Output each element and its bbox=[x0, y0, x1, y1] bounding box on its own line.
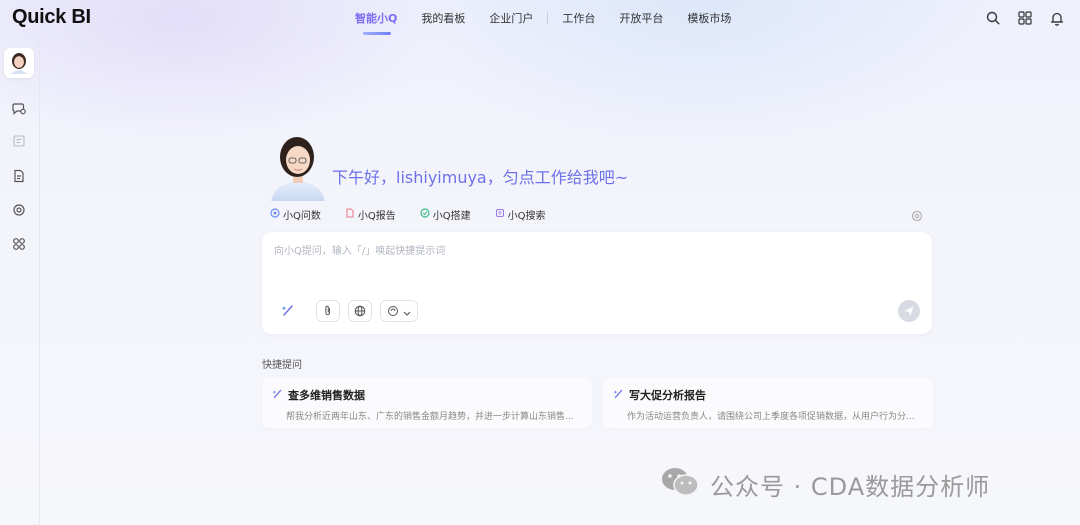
nav-separator bbox=[547, 12, 549, 24]
header-icons bbox=[984, 9, 1066, 27]
send-button[interactable] bbox=[898, 300, 920, 322]
top-header: Quick BI 智能小Q 我的看板 企业门户 工作台 开放平台 模板市场 bbox=[0, 0, 1080, 36]
quick-card-promo-report[interactable]: 写大促分析报告 作为活动运营负责人，请围绕公司上季度各项促销数据，从用户行为分.… bbox=[603, 378, 933, 428]
prompt-input[interactable] bbox=[274, 242, 914, 282]
quick-questions-title: 快捷提问 bbox=[262, 360, 302, 371]
paperclip-icon bbox=[322, 302, 334, 321]
nav-item-my-dashboard[interactable]: 我的看板 bbox=[421, 10, 465, 26]
model-select-button[interactable] bbox=[380, 300, 418, 322]
model-icon bbox=[387, 302, 399, 321]
web-search-button[interactable] bbox=[348, 300, 372, 322]
tab-build-label: 小Q搭建 bbox=[432, 211, 471, 222]
tab-query[interactable]: 小Q问数 bbox=[270, 207, 321, 222]
greeting-text: 下午好，lishiyimuya，匀点工作给我吧~ bbox=[332, 168, 629, 187]
tab-search-label: 小Q搜索 bbox=[507, 211, 546, 222]
nav-item-enterprise-portal[interactable]: 企业门户 bbox=[489, 10, 533, 26]
wechat-icon bbox=[660, 466, 700, 502]
report-icon bbox=[345, 208, 355, 221]
nav-item-workbench[interactable]: 工作台 bbox=[562, 10, 595, 26]
prompt-toolbar bbox=[276, 300, 418, 322]
build-icon bbox=[420, 208, 430, 221]
tab-query-label: 小Q问数 bbox=[283, 211, 321, 222]
quick-card-desc: 帮我分析近两年山东、广东的销售金额月趋势，并进一步计算山东销售... bbox=[286, 412, 574, 422]
document-icon[interactable] bbox=[11, 133, 27, 149]
tab-report-label: 小Q报告 bbox=[357, 211, 396, 222]
chevron-down-icon bbox=[403, 302, 411, 321]
quick-card-title: 查多维销售数据 bbox=[288, 389, 365, 402]
settings-gear-icon[interactable] bbox=[11, 202, 27, 218]
sparkle-icon bbox=[281, 302, 295, 321]
tab-report[interactable]: 小Q报告 bbox=[345, 207, 396, 222]
apps-icon[interactable] bbox=[11, 236, 27, 252]
bell-icon[interactable] bbox=[1048, 9, 1066, 27]
magic-prompt-button[interactable] bbox=[276, 300, 300, 322]
search-doc-icon bbox=[495, 208, 505, 221]
watermark: 公众号 · CDA数据分析师 bbox=[660, 466, 990, 502]
assistant-avatar bbox=[265, 133, 331, 201]
sparkle-icon bbox=[613, 388, 624, 402]
query-icon bbox=[270, 208, 280, 221]
quick-card-title: 写大促分析报告 bbox=[629, 389, 706, 402]
apps-grid-icon[interactable] bbox=[1016, 9, 1034, 27]
quick-bi-logo[interactable]: Quick BI bbox=[12, 6, 91, 29]
search-icon[interactable] bbox=[984, 9, 1002, 27]
globe-icon bbox=[354, 302, 366, 321]
report-icon[interactable] bbox=[11, 168, 27, 184]
mode-settings-icon[interactable] bbox=[911, 207, 923, 222]
prompt-card bbox=[262, 232, 932, 334]
nav-item-template-market[interactable]: 模板市场 bbox=[687, 10, 731, 26]
chat-history-icon[interactable] bbox=[11, 100, 27, 116]
avatar[interactable] bbox=[4, 48, 34, 78]
watermark-text: 公众号 · CDA数据分析师 bbox=[710, 472, 991, 501]
attach-button[interactable] bbox=[316, 300, 340, 322]
nav-item-open-platform[interactable]: 开放平台 bbox=[619, 10, 663, 26]
quick-card-sales-data[interactable]: 查多维销售数据 帮我分析近两年山东、广东的销售金额月趋势，并进一步计算山东销售.… bbox=[262, 378, 592, 428]
quick-card-desc: 作为活动运营负责人，请围绕公司上季度各项促销数据，从用户行为分... bbox=[627, 412, 915, 422]
tab-search[interactable]: 小Q搜索 bbox=[495, 207, 546, 222]
left-sidebar bbox=[0, 40, 40, 525]
mode-tabs: 小Q问数 小Q报告 小Q搭建 小Q搜索 bbox=[270, 207, 546, 222]
main-nav: 智能小Q 我的看板 企业门户 工作台 开放平台 模板市场 bbox=[355, 10, 755, 35]
send-icon bbox=[903, 302, 915, 321]
nav-item-smart-q[interactable]: 智能小Q bbox=[355, 10, 397, 35]
sparkle-icon bbox=[272, 388, 283, 402]
tab-build[interactable]: 小Q搭建 bbox=[420, 207, 471, 222]
